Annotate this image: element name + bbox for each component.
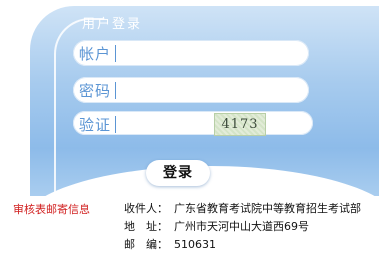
audit-mail-info-link[interactable]: 审核表邮寄信息 bbox=[13, 201, 90, 217]
address-row: 地 址： 广州市天河中山大道西69号 bbox=[124, 218, 361, 236]
captcha-label: 验证 bbox=[79, 116, 112, 134]
address-value: 广州市天河中山大道西69号 bbox=[174, 220, 309, 233]
text-caret bbox=[115, 82, 116, 99]
text-caret bbox=[115, 45, 116, 62]
mailing-info: 收件人： 广东省教育考试院中等教育招生考试部 地 址： 广州市天河中山大道西69号 … bbox=[124, 200, 361, 254]
captcha-field[interactable]: 验证 bbox=[73, 111, 313, 135]
panel-title: 用户登录 bbox=[82, 17, 143, 32]
recipient-row: 收件人： 广东省教育考试院中等教育招生考试部 bbox=[124, 200, 361, 218]
postcode-row: 邮 编： 510631 bbox=[124, 236, 361, 254]
login-button[interactable]: 登录 bbox=[146, 160, 210, 186]
username-label: 帐户 bbox=[79, 45, 112, 63]
captcha-image[interactable]: 4173 bbox=[214, 113, 266, 136]
password-label: 密码 bbox=[79, 82, 112, 100]
password-field[interactable]: 密码 bbox=[73, 77, 309, 103]
postcode-value: 510631 bbox=[174, 238, 216, 251]
text-caret bbox=[115, 116, 116, 133]
postcode-label: 邮 编： bbox=[124, 238, 168, 251]
recipient-value: 广东省教育考试院中等教育招生考试部 bbox=[174, 202, 361, 215]
username-field[interactable]: 帐户 bbox=[73, 40, 309, 66]
recipient-label: 收件人： bbox=[124, 202, 168, 215]
address-label: 地 址： bbox=[124, 220, 168, 233]
